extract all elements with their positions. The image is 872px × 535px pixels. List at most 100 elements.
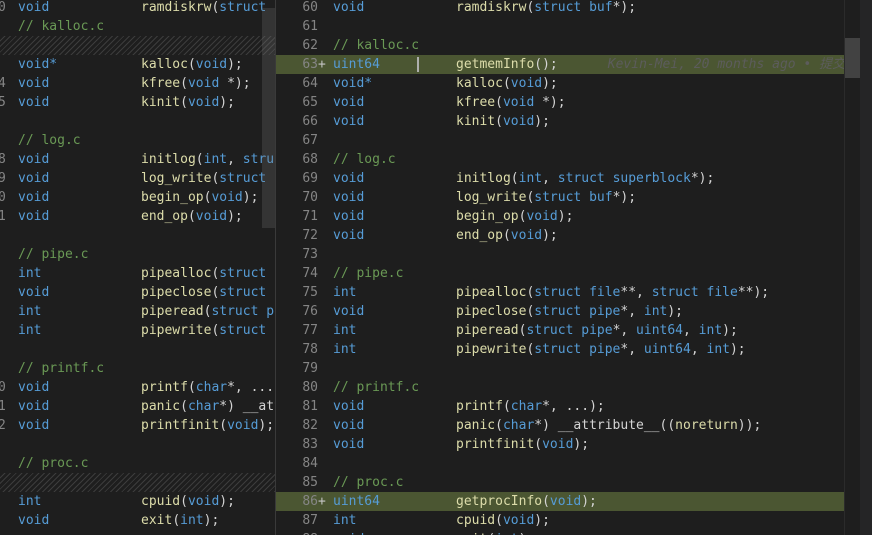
line-number: 62 [302,38,318,53]
code-line[interactable]: 65 void kfree(void *); [276,93,872,112]
code-comment: // printf.c [18,361,105,376]
line-number: 63 [302,57,318,72]
code-line[interactable]: 81 void printf(char*, ...); [276,397,872,416]
function-name: ramdiskrw [456,0,527,15]
return-type: void [333,95,365,110]
right-scrollbar-track[interactable] [844,0,861,535]
code-line[interactable]: 1 void end_op(void); [0,207,275,226]
code-line[interactable]: // printf.c [0,359,275,378]
code-line[interactable]: 68 // log.c [276,150,872,169]
line-number: 81 [302,399,318,414]
function-name: begin_op [141,190,204,205]
function-args: (int); [172,513,220,528]
code-line[interactable]: 79 [276,359,872,378]
code-line[interactable]: 75 int pipealloc(struct file**, struct fil… [276,283,872,302]
diff-modified-pane[interactable]: 60 void ramdiskrw(struct buf*); 61 62// kall… [276,0,872,535]
left-scrollbar-thumb[interactable] [262,8,275,228]
code-line[interactable] [0,112,275,131]
code-line[interactable]: 83 void printfinit(void); [276,435,872,454]
code-line[interactable]: // kalloc.c [0,17,275,36]
function-args: (void *); [495,95,566,110]
code-line[interactable]: 77 int piperead(struct pipe*, uint64, int)… [276,321,872,340]
code-line[interactable]: 62 // kalloc.c [276,36,872,55]
diff-placeholder-row[interactable] [0,36,275,55]
code-line[interactable]: 4 void kfree(void *); [0,74,275,93]
code-line[interactable] [0,435,275,454]
line-number: 73 [302,247,318,262]
code-line[interactable]: int pipealloc(struct f [0,264,275,283]
diff-placeholder-row[interactable] [0,473,275,492]
diff-original-pane[interactable]: 0voidramdiskrw(struct b// kalloc.c void*k… [0,0,275,535]
code-line[interactable]: 87 int cpuid(void); [276,511,872,530]
code-line[interactable] [0,340,275,359]
return-type: int [18,494,42,509]
code-line[interactable]: 2 void printfinit(void); [0,416,275,435]
code-line[interactable]: 1 void panic(char*) __attr [0,397,275,416]
return-type: void [333,171,365,186]
function-args: (struct pipe*, uint64, int); [526,342,746,357]
function-args: (struct buf*); [526,0,637,15]
code-line[interactable]: 5 void kinit(void); [0,93,275,112]
code-line[interactable]: void exit(int); [0,511,275,530]
code-content: // log.c [18,131,81,150]
added-code-line[interactable]: 86 + uint64 getprocInfo(void); [276,492,872,511]
code-line[interactable]: 64 void* kalloc(void); [276,74,872,93]
code-content: void ramdiskrw(struct buf*); [333,0,636,17]
return-type: void [18,190,50,205]
git-blame-annotation: Kevin-Mei, 20 months ago • 提交sy [607,57,861,72]
function-name: kalloc [456,76,503,91]
code-line[interactable]: int pipewrite(struct p [0,321,275,340]
line-number: 5 [0,95,6,110]
code-line[interactable]: 78 int pipewrite(struct pipe*, uint64, int… [276,340,872,359]
return-type: void [333,0,365,15]
code-line[interactable]: 76 void pipeclose(struct pipe*, int); [276,302,872,321]
code-line[interactable]: void pipeclose(struct p [0,283,275,302]
overview-ruler[interactable] [860,0,872,535]
function-args: (void); [203,190,259,205]
code-line[interactable]: int piperead(struct pi [0,302,275,321]
code-line[interactable]: 0 void printf(char*, ...) [0,378,275,397]
code-content: uint64 getprocInfo(void); [333,492,597,511]
code-line[interactable]: 61 [276,17,872,36]
return-type: void* [333,76,373,91]
code-comment: // pipe.c [18,247,89,262]
code-line[interactable]: void* kalloc(void); [0,55,275,74]
code-line[interactable]: // log.c [0,131,275,150]
right-scrollbar-thumb[interactable] [845,38,860,78]
function-args: (void); [187,209,243,224]
code-line[interactable]: 0voidramdiskrw(struct b [0,0,275,17]
return-type: void [18,152,50,167]
code-line[interactable] [0,226,275,245]
code-line[interactable]: 0 void begin_op(void); [0,188,275,207]
code-line[interactable]: 8voidinitlog(int, struc [0,150,275,169]
code-line[interactable]: 60 void ramdiskrw(struct buf*); [276,0,872,17]
code-line[interactable]: 82 void panic(char*) __attribute__((noretu… [276,416,872,435]
code-line[interactable]: 72 void end_op(void); [276,226,872,245]
return-type: void [18,380,50,395]
line-number: 4 [0,76,6,91]
line-number: 85 [302,475,318,490]
code-line[interactable]: 69 void initlog(int, struct superblock*); [276,169,872,188]
code-line[interactable]: 74 // pipe.c [276,264,872,283]
code-content: // pipe.c [333,264,403,283]
code-line[interactable]: 88 voidexit(int); [276,530,872,535]
code-line[interactable]: // proc.c [0,454,275,473]
added-code-line[interactable]: 63 + uint64 getmemInfo(); Kevin-Mei, 20 mont… [276,55,872,74]
code-line[interactable]: 84 [276,454,872,473]
code-line[interactable]: int cpuid(void); [0,492,275,511]
return-type: void [18,0,50,15]
code-line[interactable]: 80 // printf.c [276,378,872,397]
line-number: 84 [302,456,318,471]
code-line[interactable]: 66 void kinit(void); [276,112,872,131]
code-line[interactable]: 70 void log_write(struct buf*); [276,188,872,207]
function-name: pipewrite [456,342,527,357]
code-line[interactable]: 9voidlog_write(struct b [0,169,275,188]
code-line[interactable]: 71 void begin_op(void); [276,207,872,226]
return-type: void [333,190,365,205]
code-line[interactable]: 73 [276,245,872,264]
return-type: void [333,399,365,414]
code-content: void kinit(void); [333,112,550,131]
code-line[interactable]: 67 [276,131,872,150]
code-line[interactable]: 85 // proc.c [276,473,872,492]
code-line[interactable]: // pipe.c [0,245,275,264]
